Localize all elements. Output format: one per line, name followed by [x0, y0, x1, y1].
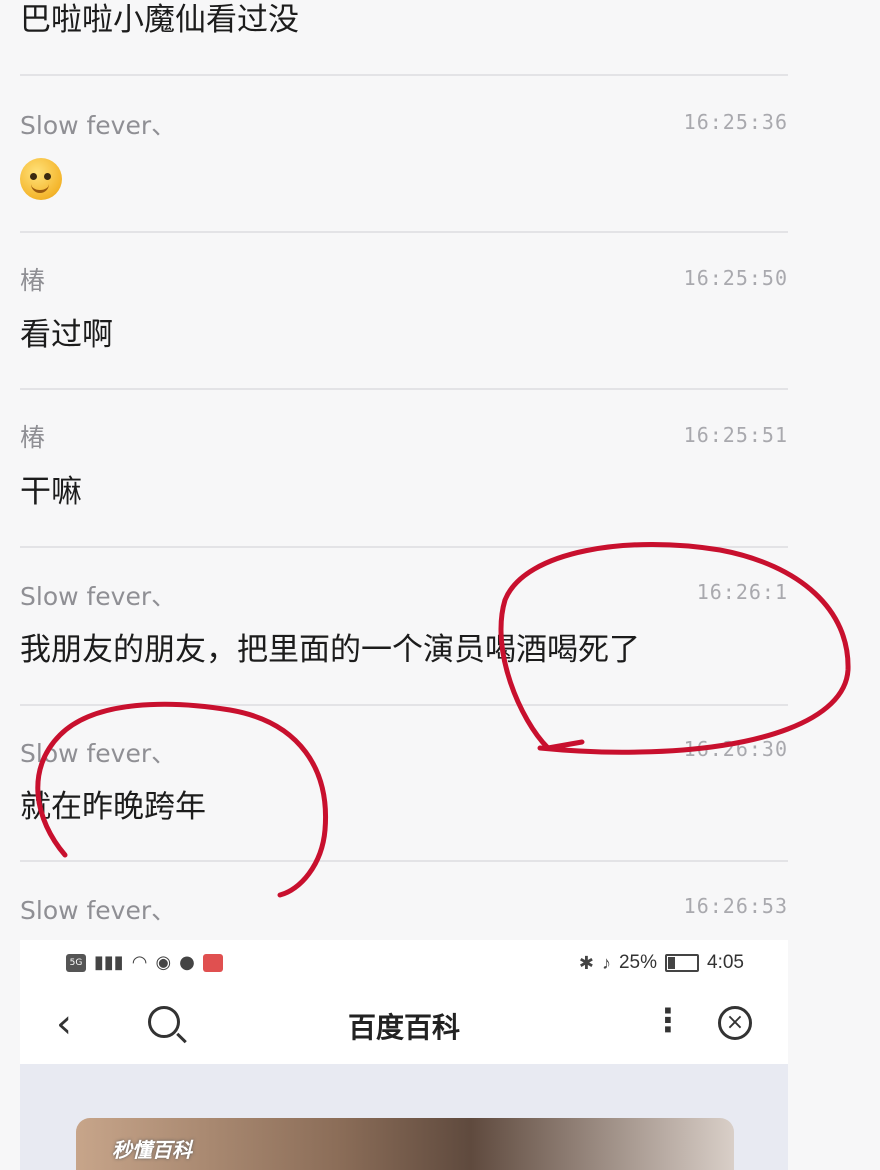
message-time: 16:26:1: [696, 580, 788, 604]
divider: [20, 860, 788, 862]
sender-name: Slow fever、: [20, 582, 177, 611]
signal-icon: ▮▮▮: [94, 952, 124, 973]
message-time: 16:25:36: [683, 110, 788, 134]
message-text: 干嘛: [20, 474, 82, 510]
app-icon: ◉: [155, 952, 172, 973]
sender-name: Slow fever、: [20, 896, 177, 925]
message-time: 16:25:50: [683, 266, 788, 290]
battery-icon: [665, 954, 700, 972]
embedded-phone-screenshot: 5G ▮▮▮ ◠ ◉ ● ✱ ♪ 25% 4:05 ‹ 百度百科 ⋮ × 秒懂百…: [20, 940, 788, 1170]
sender-name: Slow fever、: [20, 739, 177, 768]
more-icon[interactable]: ⋮: [652, 1000, 684, 1040]
message-text: 巴啦啦小魔仙看过没: [20, 2, 299, 38]
network-badge-icon: 5G: [66, 953, 86, 972]
sender-name: Slow fever、: [20, 111, 177, 140]
thumbnail-tag: 秒懂百科: [112, 1138, 192, 1162]
message-time: 16:26:53: [683, 894, 788, 918]
divider: [20, 74, 788, 76]
divider: [20, 388, 788, 390]
message-text: 我朋友的朋友，把里面的一个演员喝酒喝死了: [20, 632, 640, 668]
sender-name: 椿: [20, 266, 46, 295]
battery-percent: 25%: [618, 952, 658, 973]
bluetooth-icon: ✱: [578, 952, 594, 973]
sender-name: 椿: [20, 423, 46, 452]
wifi-icon: ◠: [131, 952, 148, 973]
message-time: 16:25:51: [683, 423, 788, 447]
video-thumbnail[interactable]: 秒懂百科: [76, 1118, 734, 1170]
content-area: 秒懂百科: [20, 1064, 788, 1170]
mute-bell-icon: ♪: [601, 952, 611, 973]
message-text: 就在昨晚跨年: [20, 789, 206, 825]
message-text: 看过啊: [20, 317, 113, 353]
divider: [20, 231, 788, 233]
close-icon[interactable]: ×: [718, 1006, 752, 1040]
nav-bar: ‹ 百度百科 ⋮ ×: [20, 990, 788, 1058]
message-time: 16:26:30: [683, 737, 788, 761]
notification-icon: [202, 953, 223, 972]
chat-icon: ●: [179, 952, 195, 973]
divider: [20, 546, 788, 548]
status-clock: 4:05: [707, 952, 744, 973]
divider: [20, 704, 788, 706]
smirk-face-emoji-icon: [20, 158, 62, 200]
status-bar: 5G ▮▮▮ ◠ ◉ ● ✱ ♪ 25% 4:05: [20, 940, 788, 986]
